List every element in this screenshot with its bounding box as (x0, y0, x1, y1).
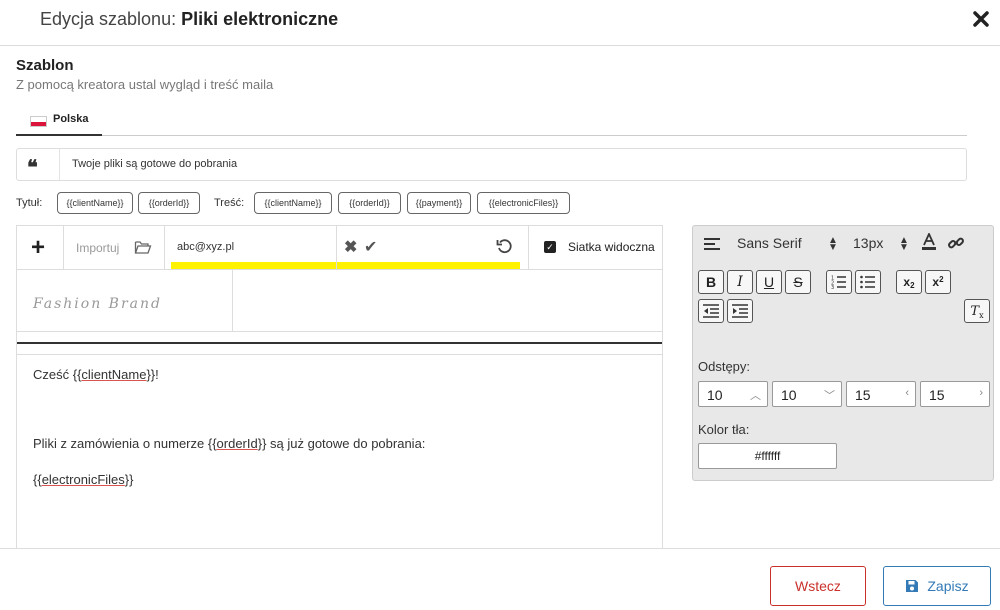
chevron-left-icon: ‹ (905, 387, 909, 399)
bullet-list-icon (860, 275, 875, 289)
spacing-right-input[interactable]: 15 › (920, 381, 990, 407)
email-editor: + Importuj abc@xyz.pl ✖ ✔ ✓ Siatka widoc… (16, 225, 663, 555)
import-button[interactable]: Importuj (76, 241, 119, 255)
spacing-top-input[interactable]: 10 ︿ (698, 381, 768, 407)
email-line-files[interactable]: {{electronicFiles}} (33, 472, 133, 487)
save-button[interactable]: Zapisz (883, 566, 991, 606)
grid-checkbox[interactable]: ✓ (544, 241, 556, 253)
chevron-up-icon: ︿ (750, 390, 761, 402)
subscript-button[interactable]: x2 (896, 270, 922, 294)
superscript-button[interactable]: x2 (925, 270, 951, 294)
format-panel: Sans Serif ▲ ▼ 13px ▲ ▼ B I U S 123 x2 x2 … (692, 225, 994, 481)
bold-button[interactable]: B (698, 270, 724, 294)
tag-order-id[interactable]: {{orderId}} (338, 192, 401, 214)
outdent-icon (703, 304, 719, 318)
separator-line (17, 342, 662, 344)
email-line-order[interactable]: Pliki z zamówienia o numerze {{orderId}}… (33, 436, 425, 451)
close-icon[interactable] (970, 8, 992, 30)
tab-polska[interactable]: Polska (16, 106, 102, 136)
chevron-right-icon: › (979, 387, 983, 399)
modal-footer: Wstecz Zapisz (0, 548, 1000, 610)
cancel-icon[interactable]: ✖ (344, 237, 357, 257)
tag-payment[interactable]: {{payment}} (407, 192, 471, 214)
font-size-select[interactable]: 13px (853, 235, 883, 251)
subject-input[interactable]: Twoje pliki są gotowe do pobrania (72, 158, 237, 170)
email-greeting[interactable]: Cześć {{clientName}}! (33, 367, 159, 382)
strikethrough-button[interactable]: S (785, 270, 811, 294)
indent-button[interactable] (727, 299, 753, 323)
clear-format-button[interactable]: Tx (964, 299, 990, 323)
modal-title: Edycja szablonu: Pliki elektroniczne (40, 9, 338, 30)
svg-text:3: 3 (831, 285, 834, 289)
spacing-bottom-input[interactable]: 10 ﹀ (772, 381, 842, 407)
align-icon[interactable] (704, 237, 720, 256)
divider (528, 226, 529, 270)
outdent-button[interactable] (698, 299, 724, 323)
highlight-marker (171, 262, 520, 269)
ordered-list-button[interactable]: 123 (826, 270, 852, 294)
bg-color-label: Kolor tła: (698, 422, 750, 437)
spacing-label: Odstępy: (698, 359, 751, 374)
bullet-list-button[interactable] (855, 270, 881, 294)
content-tags-label: Treść: (214, 197, 245, 209)
template-name: Pliki elektroniczne (181, 9, 339, 29)
indent-icon (732, 304, 748, 318)
spacing-left-input[interactable]: 15 ‹ (846, 381, 916, 407)
grid-label: Siatka widoczna (568, 240, 655, 254)
tag-client-name[interactable]: {{clientName}} (57, 192, 133, 214)
tag-electronic-files[interactable]: {{electronicFiles}} (477, 192, 570, 214)
tag-order-id[interactable]: {{orderId}} (138, 192, 200, 214)
divider (17, 354, 662, 355)
divider (336, 226, 337, 270)
select-arrows-icon: ▲ ▼ (899, 235, 909, 253)
save-icon (906, 580, 919, 592)
title-tags-label: Tytuł: (16, 197, 43, 209)
subject-field[interactable]: ❝ Twoje pliki są gotowe do pobrania (16, 148, 967, 181)
back-button[interactable]: Wstecz (770, 566, 866, 606)
chevron-down-icon: ﹀ (824, 390, 835, 402)
confirm-icon[interactable]: ✔ (364, 237, 377, 257)
folder-open-icon[interactable] (134, 240, 152, 260)
italic-button[interactable]: I (727, 270, 753, 294)
ordered-list-icon: 123 (831, 276, 846, 289)
tabs-divider (16, 135, 967, 136)
select-arrows-icon: ▲ ▼ (828, 235, 838, 253)
tag-client-name[interactable]: {{clientName}} (254, 192, 332, 214)
divider (232, 270, 233, 332)
poland-flag-icon (30, 116, 47, 127)
divider (63, 226, 64, 270)
logo-row[interactable]: Fashion Brand (17, 270, 662, 332)
text-color-icon[interactable] (921, 231, 937, 256)
section-subtitle: Z pomocą kreatora ustal wygląd i treść m… (16, 77, 274, 92)
add-icon[interactable]: + (31, 234, 45, 262)
quote-icon: ❝ (27, 155, 38, 179)
title-prefix: Edycja szablonu: (40, 9, 177, 29)
underline-button[interactable]: U (756, 270, 782, 294)
undo-icon[interactable] (496, 238, 513, 260)
test-email-input[interactable]: abc@xyz.pl (177, 241, 234, 253)
modal-header: Edycja szablonu: Pliki elektroniczne (0, 0, 1000, 46)
divider (164, 226, 165, 270)
link-icon[interactable] (947, 234, 965, 257)
brand-logo: Fashion Brand (33, 296, 162, 312)
tab-label: Polska (53, 113, 89, 125)
editor-toolbar: + Importuj abc@xyz.pl ✖ ✔ ✓ Siatka widoc… (17, 226, 662, 270)
divider (59, 149, 60, 180)
section-title: Szablon (16, 57, 74, 74)
font-family-select[interactable]: Sans Serif (737, 235, 802, 251)
bg-color-input[interactable]: #ffffff (698, 443, 837, 469)
save-label: Zapisz (927, 578, 969, 594)
